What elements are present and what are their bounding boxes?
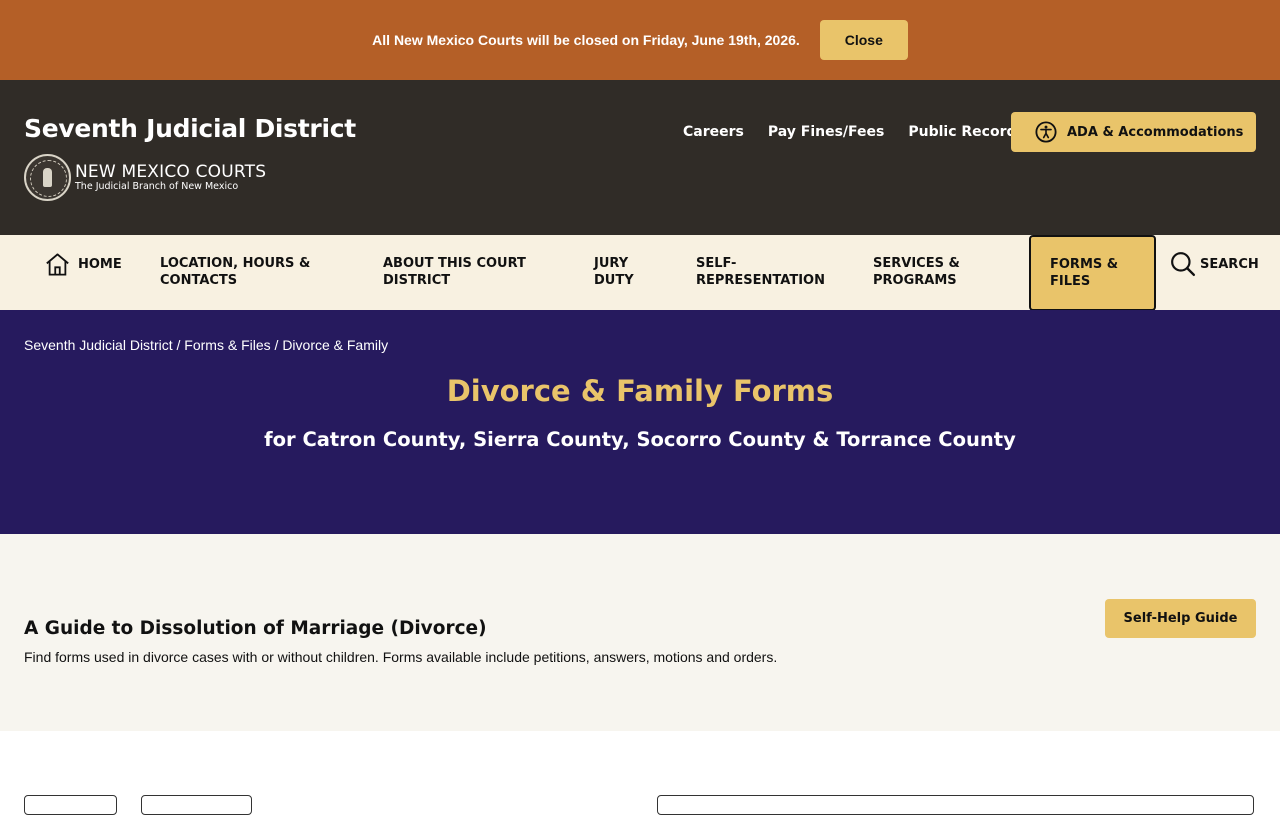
- nav-label-search: SEARCH: [1200, 256, 1259, 272]
- court-seal-icon: [24, 154, 71, 201]
- nav-item-forms-files[interactable]: FORMS & FILES: [1029, 235, 1156, 311]
- nav-item-jury-duty[interactable]: JURY DUTY: [594, 255, 654, 289]
- search-icon: [1171, 252, 1196, 277]
- divorce-guide-section: A Guide to Dissolution of Marriage (Divo…: [0, 534, 1280, 731]
- site-title[interactable]: Seventh Judicial District: [24, 114, 356, 143]
- filter-tab[interactable]: [141, 795, 252, 815]
- page-hero: Seventh Judicial District / Forms & File…: [0, 310, 1280, 534]
- nav-item-location[interactable]: LOCATION, HOURS & CONTACTS: [160, 255, 330, 289]
- nav-item-about[interactable]: ABOUT THIS COURT DISTRICT: [383, 255, 553, 289]
- ada-label: ADA & Accommodations: [1067, 124, 1244, 140]
- self-help-guide-button[interactable]: Self-Help Guide: [1105, 599, 1256, 638]
- filter-tab[interactable]: [24, 795, 117, 815]
- alert-banner: All New Mexico Courts will be closed on …: [0, 0, 1280, 80]
- accessibility-icon: [1035, 121, 1057, 143]
- close-alert-button[interactable]: Close: [819, 20, 908, 60]
- nav-label-forms-files: FORMS & FILES: [1050, 257, 1119, 289]
- forms-search-input[interactable]: [657, 795, 1254, 815]
- section-title: A Guide to Dissolution of Marriage (Divo…: [24, 618, 487, 639]
- nav-item-services[interactable]: SERVICES & PROGRAMS: [873, 255, 983, 289]
- breadcrumb: Seventh Judicial District / Forms & File…: [24, 337, 388, 353]
- nav-item-search[interactable]: SEARCH: [1170, 251, 1259, 277]
- main-nav: HOME LOCATION, HOURS & CONTACTS ABOUT TH…: [0, 235, 1280, 311]
- utility-links: Careers Pay Fines/Fees Public Records: [683, 124, 1025, 140]
- nav-item-self-representation[interactable]: SELF-REPRESENTATION: [696, 255, 836, 289]
- breadcrumb-current: Divorce & Family: [282, 337, 389, 353]
- ada-accommodations-button[interactable]: ADA & Accommodations: [1011, 112, 1256, 152]
- breadcrumb-link-district[interactable]: Seventh Judicial District: [24, 337, 173, 353]
- nav-item-home[interactable]: HOME: [44, 251, 122, 278]
- alert-message: All New Mexico Courts will be closed on …: [372, 32, 800, 48]
- page-title: Divorce & Family Forms: [446, 374, 834, 408]
- page-subtitle: for Catron County, Sierra County, Socorr…: [264, 428, 1016, 451]
- careers-link[interactable]: Careers: [683, 124, 744, 140]
- brand-name: NEW MEXICO COURTS: [75, 162, 267, 182]
- breadcrumb-link-forms[interactable]: Forms & Files: [184, 337, 270, 353]
- pay-fines-link[interactable]: Pay Fines/Fees: [768, 124, 885, 140]
- section-description: Find forms used in divorce cases with or…: [24, 649, 778, 665]
- site-header: Seventh Judicial District NEW MEXICO COU…: [0, 80, 1280, 235]
- nav-label-home: HOME: [78, 257, 122, 272]
- brand-tagline: The Judicial Branch of New Mexico: [75, 181, 239, 192]
- home-icon: [46, 253, 69, 276]
- public-records-link[interactable]: Public Records: [908, 124, 1024, 140]
- forms-list-area: [0, 731, 1280, 815]
- brand-logo[interactable]: NEW MEXICO COURTS The Judicial Branch of…: [24, 154, 266, 201]
